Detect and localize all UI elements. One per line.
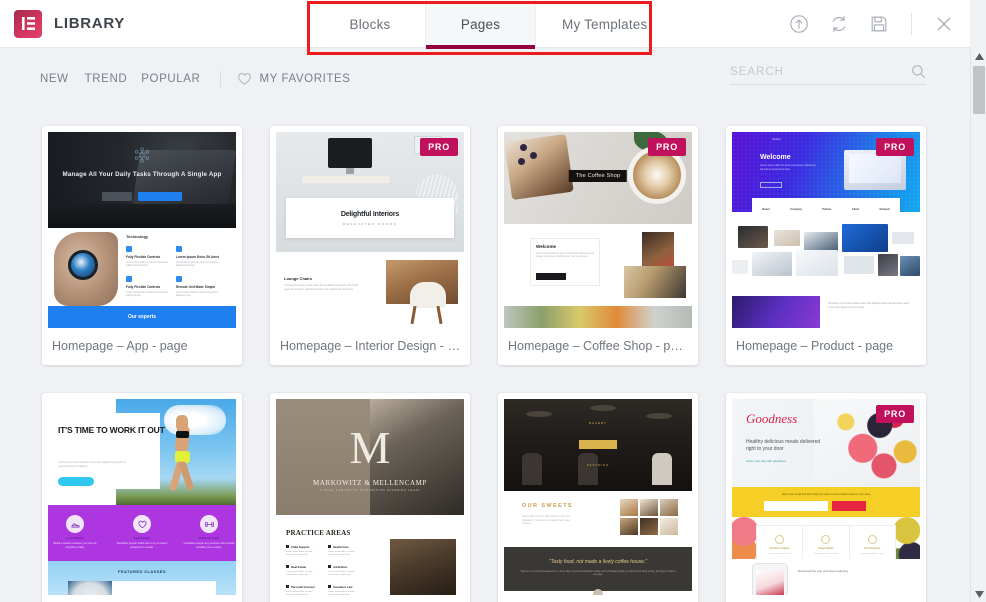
thumb-section-title: FEATURED CLASSES	[118, 569, 166, 574]
template-title: Homepage – Product - page	[736, 339, 894, 353]
thumb-hero-title: Welcome	[760, 154, 791, 161]
filter-popular[interactable]: POPULAR	[141, 69, 214, 89]
dumbbell-icon	[204, 521, 214, 527]
scrollbar-thumb[interactable]	[973, 66, 985, 114]
sync-icon[interactable]	[829, 14, 849, 34]
template-title	[270, 595, 470, 602]
template-thumbnail: PRO The Coffee Shop Welcome Lorem ipsum …	[504, 132, 692, 328]
scrollbar-up-button[interactable]	[971, 48, 986, 64]
library-tabs: Blocks Pages My Templates	[315, 0, 673, 49]
template-title	[498, 595, 698, 602]
thumb-logo: Goodness	[746, 411, 798, 426]
tab-my-templates[interactable]: My Templates	[535, 0, 673, 48]
filter-my-favorites[interactable]: MY FAVORITES	[237, 72, 350, 86]
close-icon[interactable]	[934, 14, 954, 34]
filter-bar: NEW TREND POPULAR MY FAVORITES	[0, 48, 970, 110]
template-card-product[interactable]: PRO Nature Welcome Lorem ipsum dolor sit…	[726, 126, 926, 365]
thumb-hero-title: Manage All Your Daily Tasks Through A Si…	[62, 171, 222, 178]
template-card-fitness[interactable]: IT'S TIME TO WORK IT OUT Lorem ipsum dol…	[42, 393, 242, 602]
template-card-bakery[interactable]: BAKERY PASTRIES OUR SWEETS Homemade with…	[498, 393, 698, 602]
template-title	[42, 595, 242, 602]
brand: LIBRARY	[0, 9, 126, 38]
thumb-footer-bar: Our experts	[48, 306, 236, 328]
thumb-section-title: Technology	[126, 234, 149, 239]
search-icon[interactable]	[911, 64, 926, 79]
favorites-label: MY FAVORITES	[259, 73, 351, 85]
template-card-law-firm[interactable]: M MARKOWITZ & MELLENCAMP A TRIAL LAWYER …	[270, 393, 470, 602]
thumb-hero-sub: RENOVATED ROOMS	[342, 221, 398, 226]
template-card-coffee-shop[interactable]: PRO The Coffee Shop Welcome Lorem ipsum …	[498, 126, 698, 365]
templates-grid: Manage All Your Daily Tasks Through A Si…	[0, 110, 970, 602]
filter-group: NEW TREND POPULAR MY FAVORITES	[0, 69, 351, 89]
thumb-monogram: M	[349, 422, 391, 473]
pro-badge: PRO	[876, 138, 914, 156]
thumb-hero-title: Delightful Interiors	[340, 210, 400, 218]
thumb-hero-title: MARKOWITZ & MELLENCAMP	[313, 479, 427, 487]
tab-pages[interactable]: Pages	[425, 0, 535, 49]
thumb-section-text: Accessories factory shop save the breakf…	[284, 284, 358, 291]
pro-badge: PRO	[420, 138, 458, 156]
template-card-app[interactable]: Manage All Your Daily Tasks Through A Si…	[42, 126, 242, 365]
thumb-quote: "Tasty food, not made a lively coffee ho…	[548, 559, 648, 565]
header-actions	[789, 0, 970, 48]
thumb-hero-badge: The Coffee Shop	[568, 170, 628, 182]
template-thumbnail: Manage All Your Daily Tasks Through A Si…	[48, 132, 236, 328]
thumb-section-text: Lorem ipsum dolor sit amet, consectetur …	[536, 252, 594, 259]
header-divider	[911, 13, 912, 35]
template-card-food-delivery[interactable]: PRO Goodness Healthy delicious meals del…	[726, 393, 926, 602]
thumb-section-title: PRACTICE AREAS	[286, 529, 351, 537]
template-thumbnail: PRO Delightful Interiors RENOVATED ROOMS…	[276, 132, 464, 328]
template-thumbnail: PRO Nature Welcome Lorem ipsum dolor sit…	[732, 132, 920, 328]
thumb-hero-title: IT'S TIME TO WORK IT OUT	[58, 425, 165, 435]
pro-badge: PRO	[876, 405, 914, 423]
template-title: Homepage – Interior Design - page	[280, 339, 470, 353]
tab-blocks[interactable]: Blocks	[315, 0, 425, 48]
search-box[interactable]	[730, 64, 926, 85]
template-title	[726, 595, 926, 602]
heart-icon	[138, 520, 146, 528]
filter-new[interactable]: NEW	[40, 69, 85, 89]
caret-down-icon	[974, 590, 984, 598]
template-thumbnail: IT'S TIME TO WORK IT OUT Lorem ipsum dol…	[48, 399, 236, 595]
shoe-icon	[71, 522, 79, 528]
vertical-scrollbar[interactable]	[970, 48, 986, 602]
heart-icon	[238, 73, 252, 85]
pro-badge: PRO	[648, 138, 686, 156]
template-thumbnail: BAKERY PASTRIES OUR SWEETS Homemade with…	[504, 399, 692, 595]
modal-header: LIBRARY Blocks Pages My Templates	[0, 0, 970, 49]
page-title: LIBRARY	[54, 15, 126, 32]
template-title: Homepage – Coffee Shop - page	[508, 339, 692, 353]
template-thumbnail: PRO Goodness Healthy delicious meals del…	[732, 399, 920, 595]
save-icon[interactable]	[869, 14, 889, 34]
scrollbar-down-button[interactable]	[971, 586, 986, 602]
template-title: Homepage – App - page	[52, 339, 188, 353]
filter-trend[interactable]: TREND	[85, 69, 142, 89]
elementor-logo-icon	[14, 9, 42, 38]
caret-up-icon	[974, 52, 984, 60]
search-input[interactable]	[730, 65, 911, 78]
thumb-section-title: Lounge Chairs	[284, 276, 313, 281]
thumb-hero-title: Healthy delicious meals delivered right …	[746, 439, 821, 452]
template-library-modal: LIBRARY Blocks Pages My Templates NEW TR…	[0, 0, 986, 602]
thumb-section-title: Welcome	[536, 244, 557, 249]
template-thumbnail: M MARKOWITZ & MELLENCAMP A TRIAL LAWYER …	[276, 399, 464, 595]
filter-divider	[220, 71, 222, 87]
thumb-section-title: OUR SWEETS	[522, 503, 573, 509]
templates-scroll-area[interactable]: Manage All Your Daily Tasks Through A Si…	[0, 110, 970, 602]
upload-icon[interactable]	[789, 14, 809, 34]
template-card-interior-design[interactable]: PRO Delightful Interiors RENOVATED ROOMS…	[270, 126, 470, 365]
